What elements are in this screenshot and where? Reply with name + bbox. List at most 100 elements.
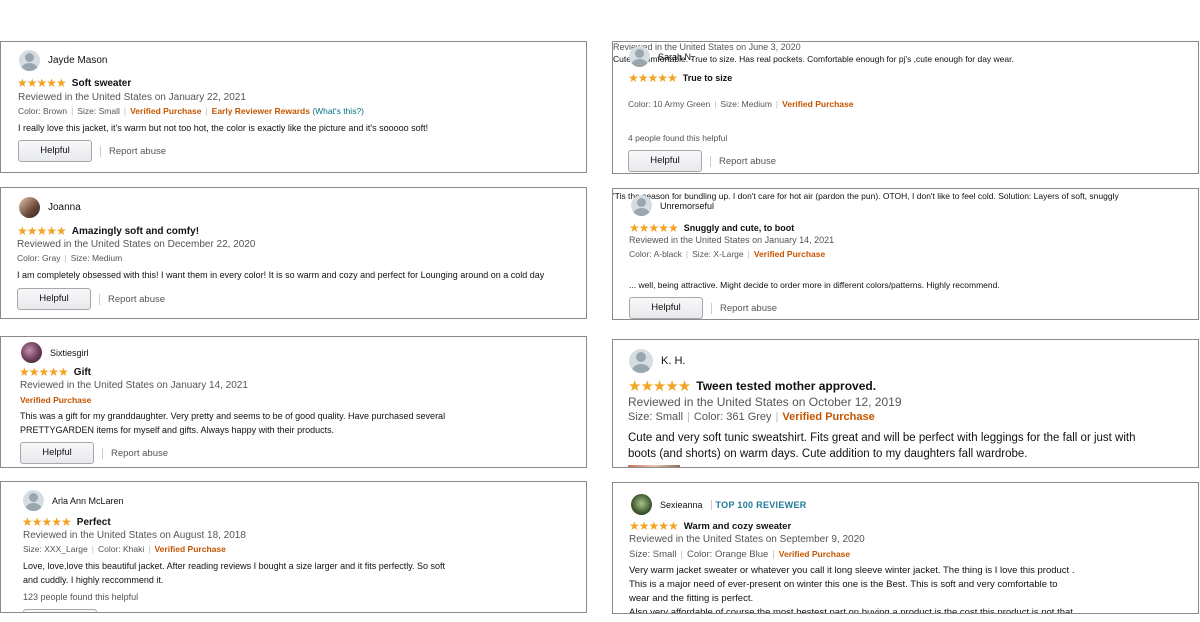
reviewer-name[interactable]: Sexieanna (660, 500, 703, 510)
size-attr[interactable]: Size: Medium (720, 99, 772, 109)
avatar-icon (631, 494, 652, 515)
review-attributes: Size: Small | Color: 361 Grey | Verified Pur… (628, 411, 875, 423)
color-attr[interactable]: Color: Gray (17, 253, 60, 263)
review-body-line: Very warm jacket sweater or whatever you… (629, 565, 1075, 576)
avatar-icon (629, 349, 653, 373)
helpful-button[interactable]: Helpful (18, 140, 92, 162)
report-abuse-link[interactable]: Report abuse (100, 145, 166, 157)
star-rating[interactable]: ★★★★★ (19, 365, 69, 379)
review-date: Reviewed in the United States on January… (629, 235, 835, 245)
review-title[interactable]: Warm and cozy sweater (684, 521, 791, 532)
helpful-count: 4 people found this helpful (628, 133, 728, 143)
review-body-line: Love, love,love this beautiful jacket. A… (23, 561, 446, 571)
star-rating[interactable]: ★★★★★ (17, 76, 67, 90)
reviewer-profile[interactable]: Joanna (19, 197, 81, 218)
review-attributes: Size: XXX_Large | Color: Khaki | Verified Pu… (23, 544, 226, 554)
review-body-line: wear and the fitting is perfect. (629, 593, 754, 604)
report-abuse-link[interactable]: Report abuse (102, 447, 168, 459)
review-date: Reviewed in the United States on January… (20, 380, 248, 391)
size-attr[interactable]: Size: Medium (71, 253, 123, 263)
early-reviewer-badge: Early Reviewer Rewards (211, 106, 310, 116)
reviewer-name[interactable]: Arla Ann McLaren (52, 496, 124, 506)
helpful-button[interactable]: Helpful (629, 297, 703, 319)
review-body: I am completely obsessed with this! I wa… (17, 270, 545, 280)
review-date: Reviewed in the United States on Decembe… (17, 239, 256, 250)
helpful-button[interactable] (23, 609, 97, 612)
avatar-icon (629, 46, 650, 67)
avatar-icon (19, 50, 40, 71)
reviewer-profile[interactable]: Sarah N. (629, 46, 694, 67)
color-attr[interactable]: Color: A-black (629, 249, 682, 259)
review-date: Reviewed in the United States on Septemb… (629, 534, 865, 545)
reviewer-profile[interactable]: Jayde Mason (19, 50, 107, 71)
helpful-button[interactable]: Helpful (628, 150, 702, 172)
size-attr[interactable]: Size: X-Large (692, 249, 744, 259)
verified-purchase-badge: Verified Purchase (778, 549, 851, 559)
reviewer-name[interactable]: Sarah N. (658, 52, 694, 62)
reviewer-name[interactable]: Jayde Mason (48, 55, 107, 66)
whats-this-link[interactable]: (What's this?) (312, 106, 364, 116)
review-attributes: Color: 10 Army Green | Size: Medium | Verifi… (628, 99, 854, 109)
star-rating[interactable]: ★★★★★ (17, 224, 67, 238)
review-attributes: Color: Brown | Size: Small | Verified Purcha… (18, 106, 365, 116)
review-card: K. H. ★★★★★ Tween tested mother approved… (612, 339, 1199, 468)
avatar-icon (23, 490, 44, 511)
review-title[interactable]: Amazingly soft and comfy! (72, 226, 199, 237)
reviewer-name[interactable]: Unremorseful (660, 201, 714, 211)
size-attr[interactable]: Size: Small (77, 106, 120, 116)
star-rating[interactable]: ★★★★★ (22, 515, 72, 529)
report-abuse-link[interactable]: Report abuse (99, 293, 165, 305)
star-rating[interactable]: ★★★★★ (628, 377, 691, 395)
avatar-icon (631, 195, 652, 216)
avatar-icon (19, 197, 40, 218)
verified-purchase-badge: Verified Purchase (753, 249, 826, 259)
verified-purchase-badge: Verified Purchase (782, 411, 875, 423)
avatar-icon (21, 342, 42, 363)
review-body: I really love this jacket, it's warm but… (18, 123, 429, 133)
reviewer-profile[interactable]: K. H. (629, 349, 685, 373)
star-rating[interactable]: ★★★★★ (629, 519, 679, 533)
review-attributes: Size: Small | Color: Orange Blue | Verified … (629, 549, 851, 560)
review-body-line: This is a major need of ever-present on … (629, 579, 1058, 590)
review-attributes: Color: Gray | Size: Medium (17, 253, 123, 263)
top-reviewer-badge[interactable]: TOP 100 REVIEWER (710, 499, 807, 510)
review-body-line: This was a gift for my granddaughter. Ve… (20, 411, 446, 421)
color-attr[interactable]: Color: 361 Grey (694, 411, 772, 423)
reviewer-profile[interactable]: Unremorseful (631, 195, 714, 216)
review-title[interactable]: Soft sweater (72, 78, 131, 89)
helpful-button[interactable]: Helpful (17, 288, 91, 310)
review-title[interactable]: Perfect (77, 517, 111, 528)
verified-purchase-badge: Verified Purchase (20, 395, 92, 405)
review-title[interactable]: Tween tested mother approved. (696, 379, 876, 393)
reviewer-name[interactable]: K. H. (661, 355, 685, 367)
review-title[interactable]: Gift (74, 367, 91, 378)
report-abuse-link[interactable]: Report abuse (711, 302, 777, 314)
reviewer-profile[interactable]: Sixtiesgirl (21, 342, 89, 363)
report-abuse-link[interactable]: Report abuse (710, 155, 776, 167)
color-attr[interactable]: Color: 10 Army Green (628, 99, 710, 109)
star-rating[interactable]: ★★★★★ (629, 221, 679, 235)
review-body-line: boots (and shorts) on warm days. Cute ad… (628, 448, 1028, 460)
size-attr[interactable]: Size: Small (628, 411, 683, 423)
review-attributes: Verified Purchase (20, 395, 91, 405)
size-attr[interactable]: Size: Small (629, 549, 677, 560)
review-title[interactable]: True to size (683, 73, 733, 83)
review-card: Unremorseful ★★★★★ Snuggly and cute, to … (612, 188, 1199, 320)
color-attr[interactable]: Color: Khaki (98, 544, 144, 554)
reviewer-name[interactable]: Sixtiesgirl (50, 348, 89, 358)
review-date: Reviewed in the United States on August … (23, 530, 246, 541)
review-body-line: Also very affordable of course the most … (629, 607, 1073, 614)
review-photo-thumbnail[interactable] (628, 465, 680, 467)
size-attr[interactable]: Size: XXX_Large (23, 544, 88, 554)
star-rating[interactable]: ★★★★★ (628, 71, 678, 85)
verified-purchase-badge: Verified Purchase (154, 544, 226, 554)
reviewer-name[interactable]: Joanna (48, 202, 81, 213)
review-date: Reviewed in the United States on June 3,… (613, 42, 801, 52)
review-title[interactable]: Snuggly and cute, to boot (684, 223, 795, 233)
reviewer-profile[interactable]: Sexieanna TOP 100 REVIEWER (631, 494, 807, 515)
helpful-button[interactable]: Helpful (20, 442, 94, 464)
reviewer-profile[interactable]: Arla Ann McLaren (23, 490, 124, 511)
color-attr[interactable]: Color: Orange Blue (687, 549, 768, 560)
color-attr[interactable]: Color: Brown (18, 106, 67, 116)
review-body-line: ... well, being attractive. Might decide… (629, 280, 1000, 290)
